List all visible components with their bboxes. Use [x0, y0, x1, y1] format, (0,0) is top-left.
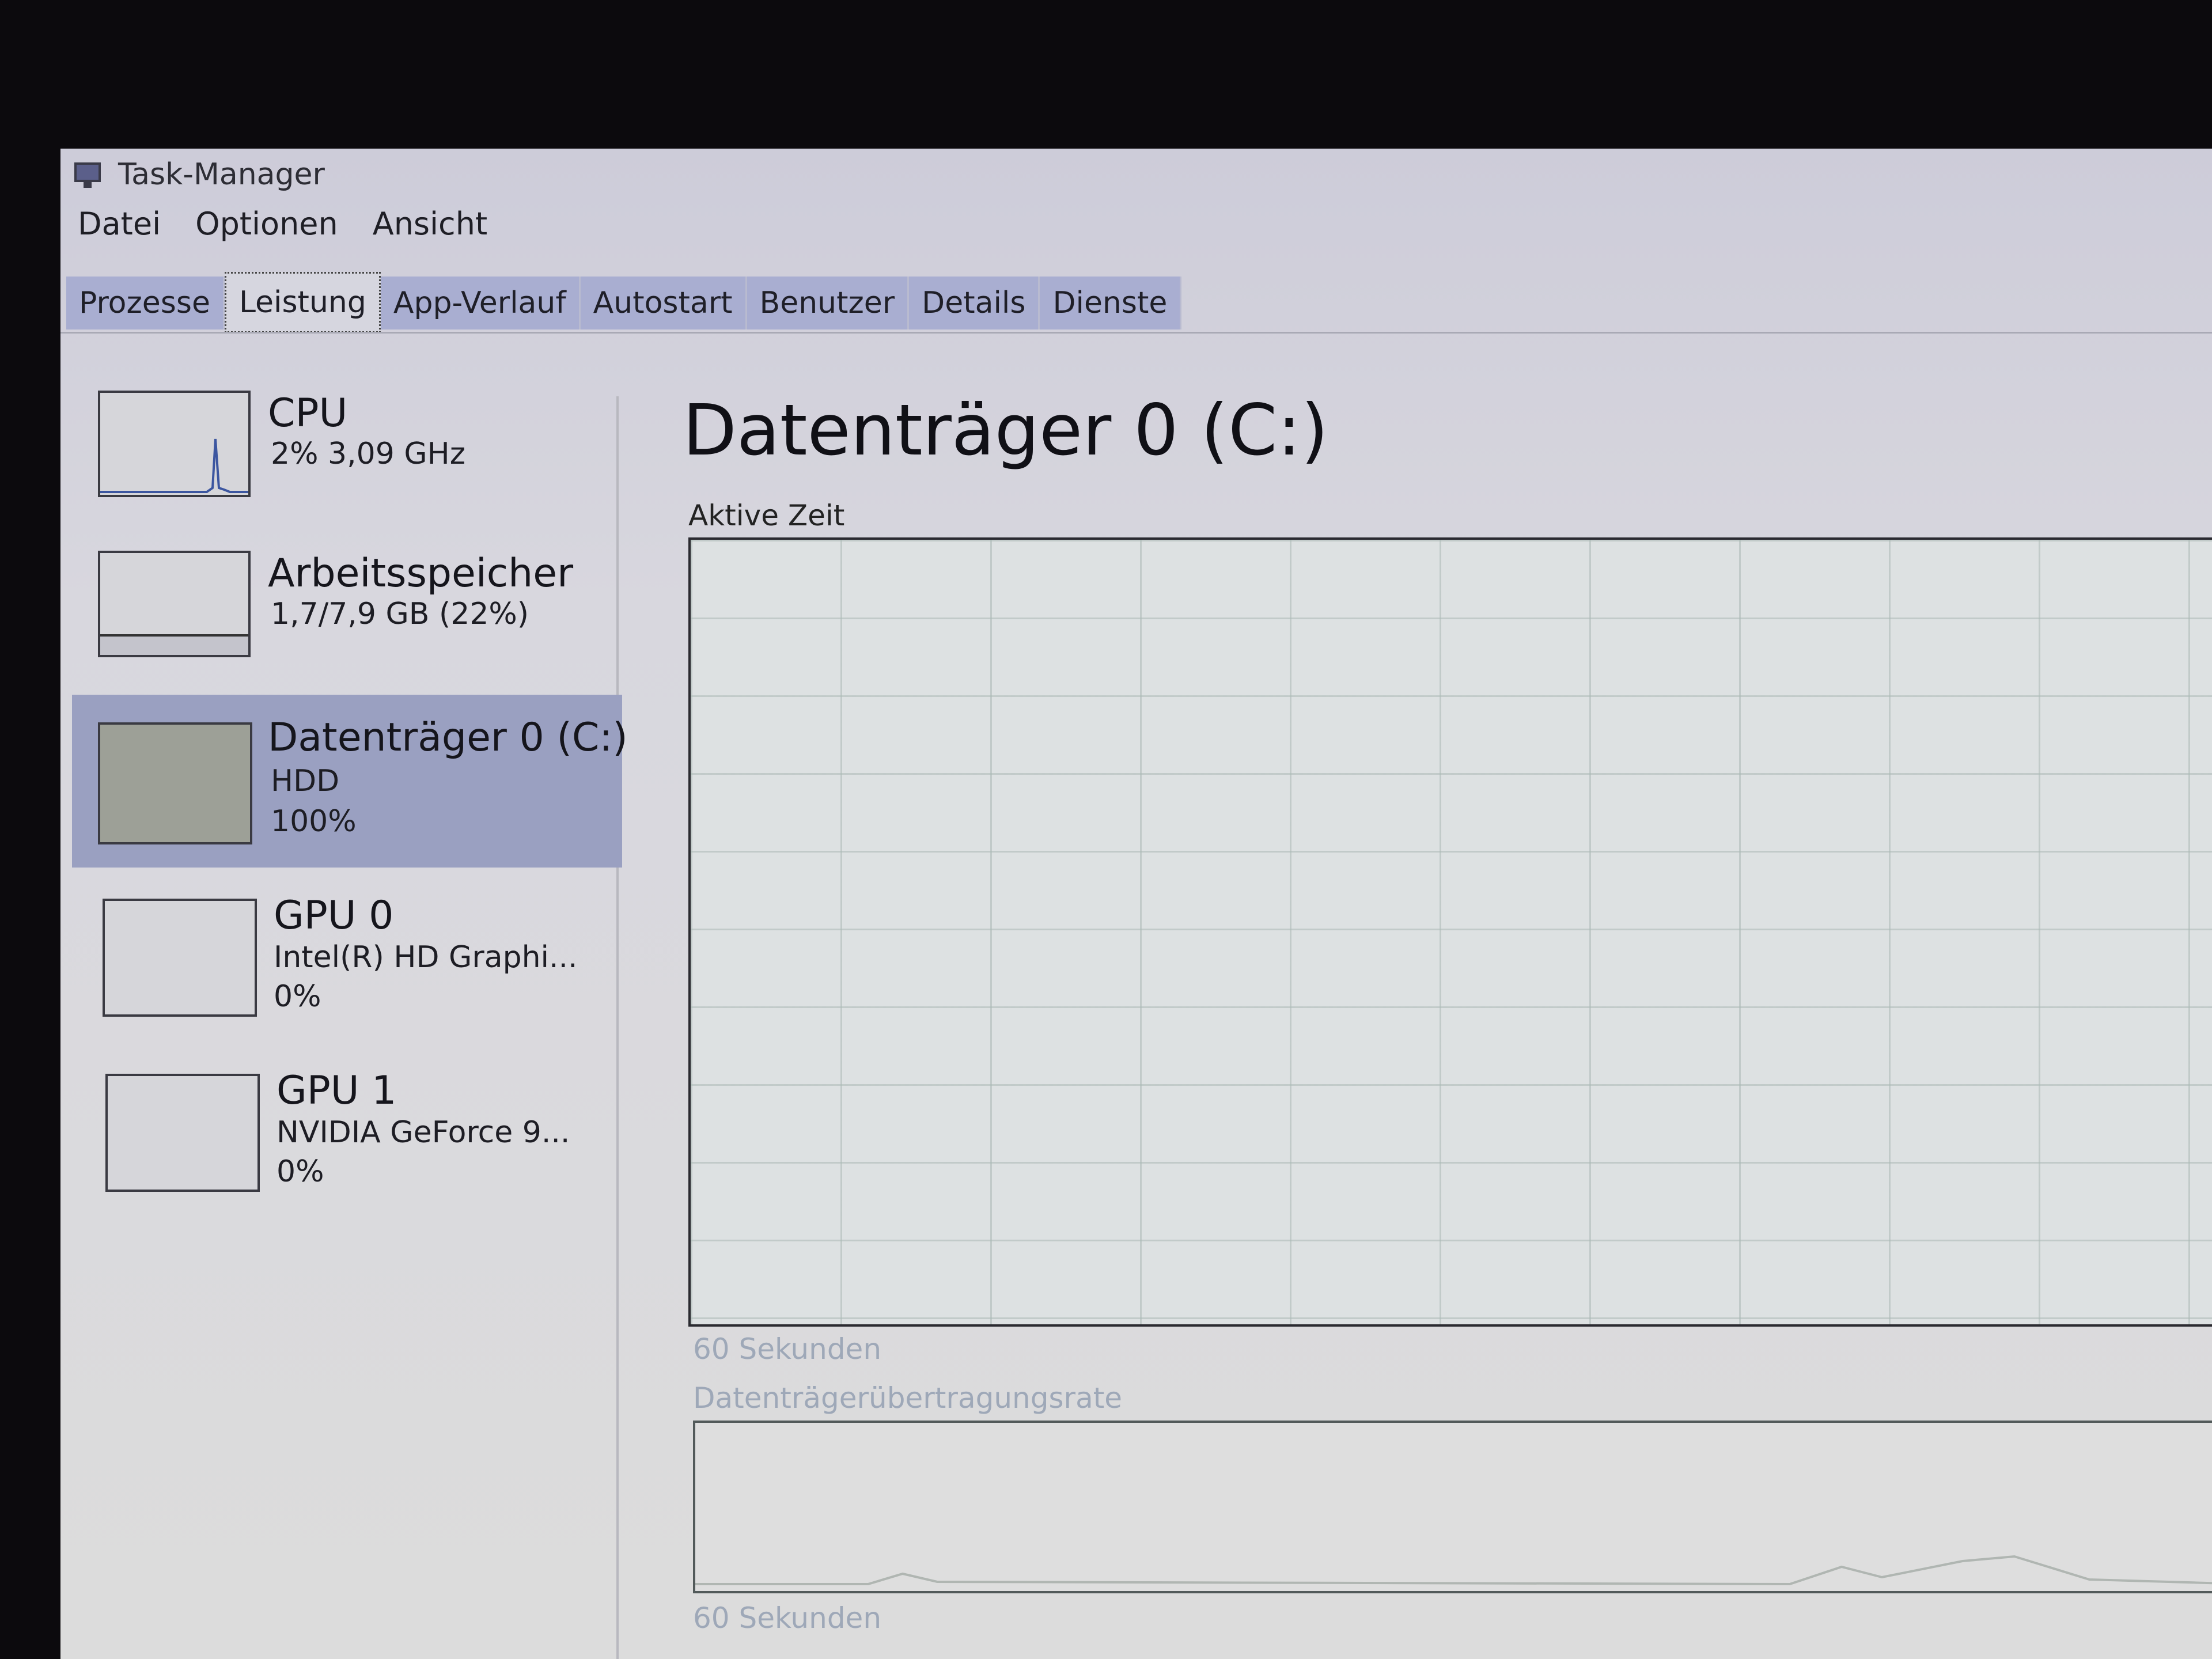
- tab-autostart[interactable]: Autostart: [580, 276, 747, 329]
- window-title: Task-Manager: [118, 157, 325, 192]
- tab-bar: Prozesse Leistung App-Verlauf Autostart …: [66, 272, 1182, 333]
- disk-label: Datenträger 0 (C:): [268, 715, 628, 760]
- task-manager-icon: [71, 160, 104, 189]
- sidebar-item-disk0[interactable]: Datenträger 0 (C:) HDD 100%: [72, 695, 628, 868]
- tab-leistung[interactable]: Leistung: [224, 272, 381, 333]
- tab-prozesse[interactable]: Prozesse: [66, 276, 225, 329]
- memory-mini-graph: [98, 551, 251, 657]
- gpu0-usage: 0%: [274, 979, 321, 1014]
- graph2-label: Datenträgerübertragungsrate: [693, 1381, 1123, 1415]
- disk-mini-graph: [98, 722, 252, 844]
- disk-type: HDD: [271, 764, 340, 798]
- graph1-footer: 60 Sekunden: [693, 1332, 882, 1366]
- cpu-usage: 2% 3,09 GHz: [271, 437, 466, 471]
- sidebar-item-cpu[interactable]: CPU 2% 3,09 GHz: [72, 362, 622, 535]
- cpu-mini-graph: [98, 391, 251, 497]
- gpu1-mini-graph: [105, 1074, 260, 1192]
- gpu1-label: GPU 1: [276, 1068, 397, 1113]
- task-manager-window: Task-Manager Datei Optionen Ansicht Proz…: [60, 149, 2212, 1659]
- page-title: Datenträger 0 (C:): [683, 389, 1328, 471]
- menu-optionen[interactable]: Optionen: [195, 206, 338, 242]
- gpu0-name: Intel(R) HD Graphi...: [274, 940, 578, 975]
- sidebar-item-gpu1[interactable]: GPU 1 NVIDIA GeForce 9... 0%: [72, 1045, 622, 1218]
- menu-datei[interactable]: Datei: [78, 206, 161, 242]
- menu-ansicht[interactable]: Ansicht: [373, 206, 487, 242]
- tab-dienste[interactable]: Dienste: [1040, 276, 1182, 329]
- menu-bar: Datei Optionen Ansicht: [60, 200, 505, 247]
- graph2-footer: 60 Sekunden: [693, 1601, 882, 1635]
- sidebar-item-memory[interactable]: Arbeitsspeicher 1,7/7,9 GB (22%): [72, 522, 622, 695]
- tab-app-verlauf[interactable]: App-Verlauf: [380, 276, 581, 329]
- gpu1-name: NVIDIA GeForce 9...: [276, 1115, 570, 1150]
- graph1-label: Aktive Zeit: [688, 499, 845, 532]
- tab-divider: [60, 332, 2212, 334]
- gpu0-mini-graph: [103, 899, 257, 1017]
- active-time-graph: [688, 537, 2212, 1327]
- title-bar: Task-Manager: [60, 149, 2212, 200]
- transfer-rate-graph: [693, 1421, 2212, 1593]
- tab-benutzer[interactable]: Benutzer: [747, 276, 910, 329]
- disk-usage: 100%: [271, 804, 357, 839]
- sidebar-item-gpu0[interactable]: GPU 0 Intel(R) HD Graphi... 0%: [72, 870, 622, 1043]
- gpu1-usage: 0%: [276, 1154, 324, 1189]
- memory-label: Arbeitsspeicher: [268, 551, 574, 596]
- cpu-label: CPU: [268, 391, 348, 436]
- tab-details[interactable]: Details: [909, 276, 1040, 329]
- memory-usage: 1,7/7,9 GB (22%): [271, 597, 529, 631]
- gpu0-label: GPU 0: [274, 893, 394, 938]
